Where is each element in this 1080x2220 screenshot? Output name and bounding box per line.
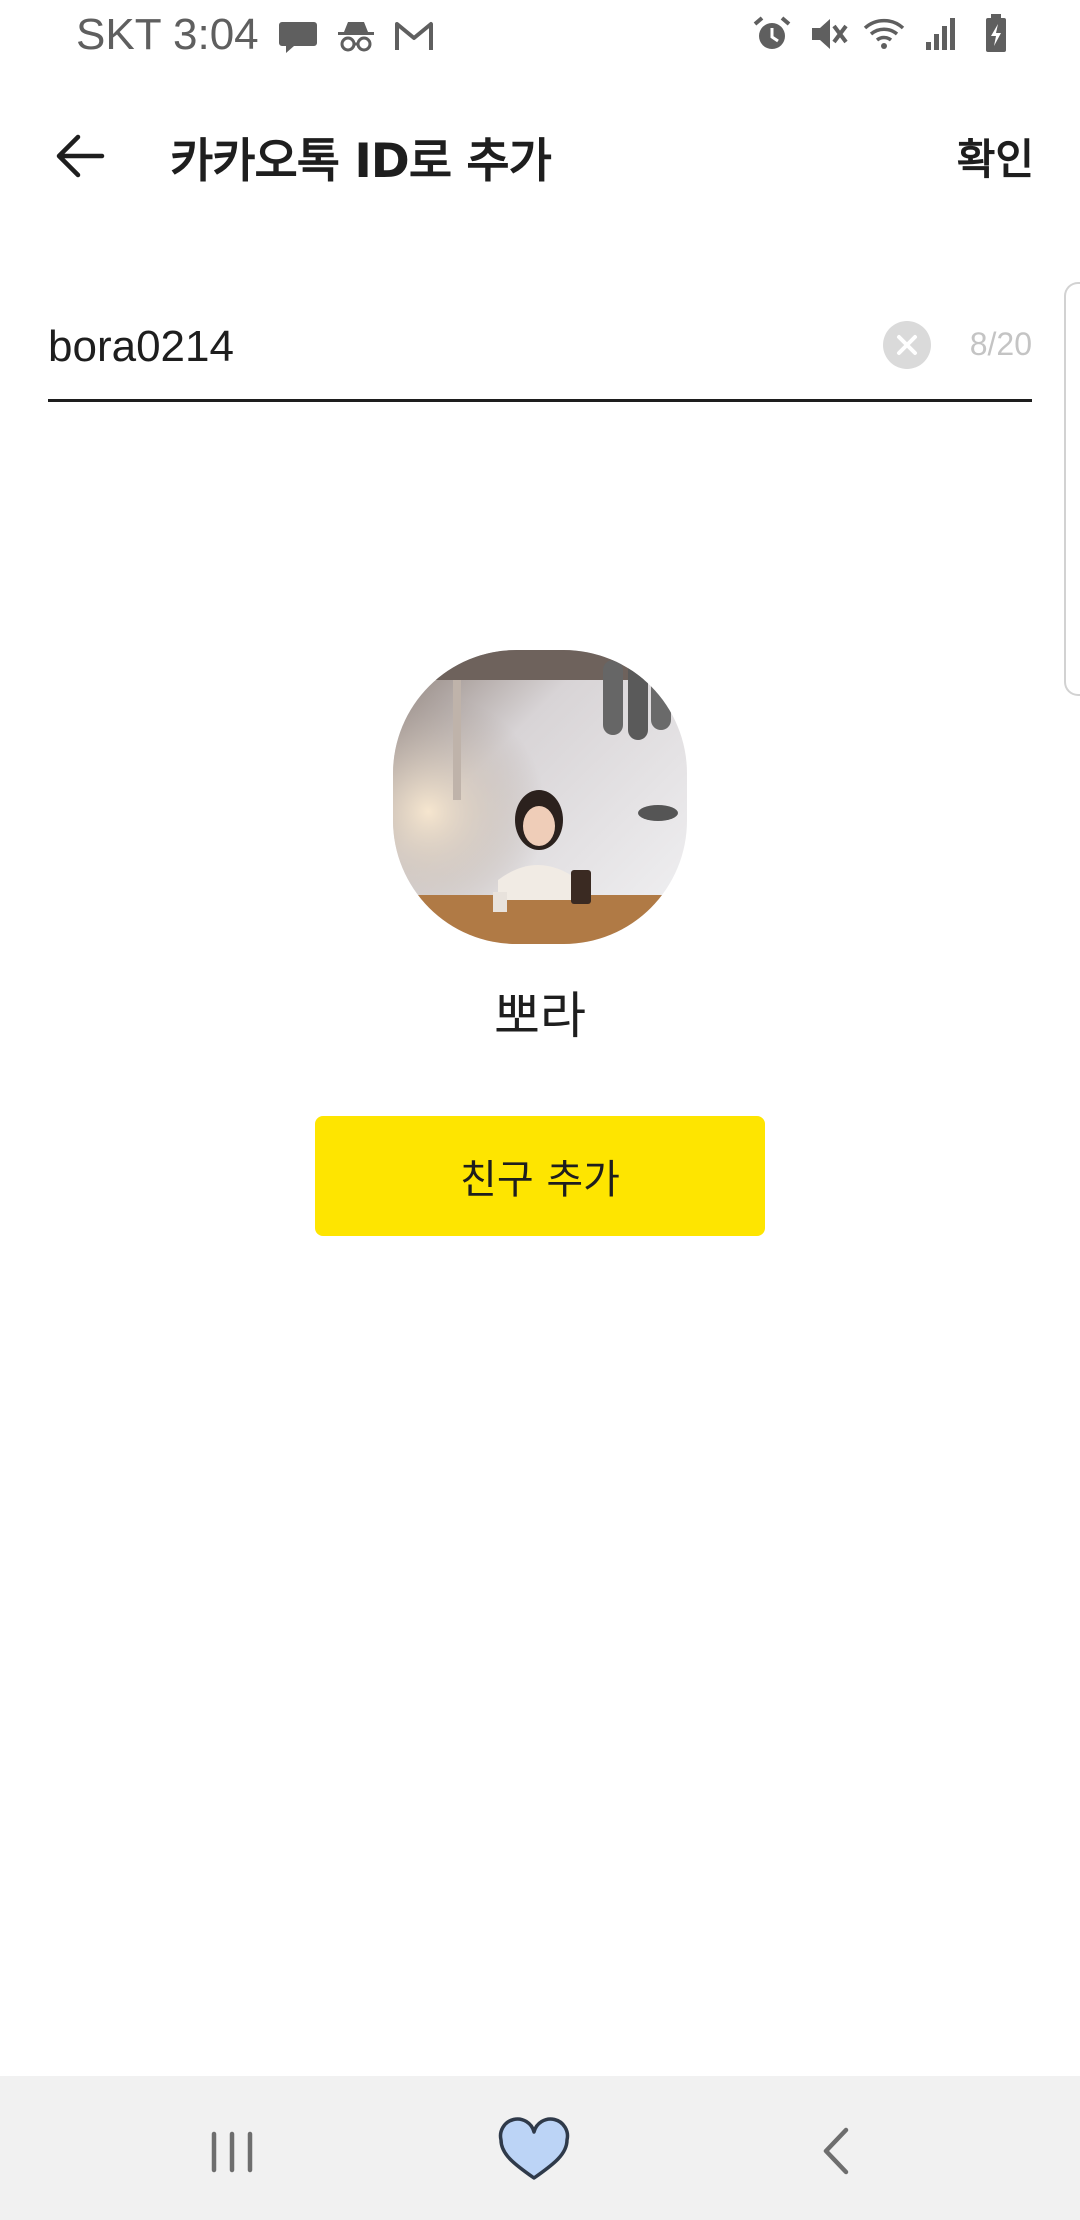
home-heart-icon[interactable] [494, 2116, 574, 2186]
alarm-icon [753, 16, 791, 49]
arrow-left-icon[interactable] [46, 126, 116, 186]
add-friend-button[interactable]: 친구 추가 [315, 1116, 765, 1236]
confirm-button[interactable]: 확인 [957, 126, 1034, 187]
status-bar: SKT 3:04 [0, 0, 1080, 72]
signal-icon [926, 18, 955, 50]
status-notification-icons [276, 14, 436, 58]
clear-circle-icon[interactable] [882, 320, 932, 370]
recent-apps-icon[interactable] [192, 2116, 272, 2186]
message-icon [279, 22, 317, 53]
profile-photo-image [393, 650, 687, 944]
char-counter: 8/20 [969, 326, 1032, 362]
battery-charging-icon [986, 14, 1006, 52]
back-icon[interactable] [796, 2116, 876, 2186]
edge-panel-handle[interactable] [1064, 282, 1080, 696]
incognito-icon [338, 22, 374, 52]
kakao-id-field: 8/20 [48, 300, 1032, 402]
status-carrier-time: SKT 3:04 [76, 10, 259, 59]
header: 카카오톡 ID로 추가 확인 [0, 100, 1080, 210]
mute-icon [812, 19, 848, 49]
kakao-id-input[interactable] [48, 312, 868, 382]
gmail-icon [395, 22, 433, 50]
wifi-icon [863, 18, 905, 49]
profile-name: 뽀라 [494, 987, 586, 1045]
profile-photo[interactable] [393, 650, 687, 944]
status-system-icons [750, 12, 1018, 56]
page-title: 카카오톡 ID로 추가 [170, 134, 552, 189]
navigation-bar [0, 2076, 1080, 2220]
screen: SKT 3:04 카카오톡 ID로 추가 확인 bora0214 8/20 뽀라… [0, 0, 1080, 2220]
